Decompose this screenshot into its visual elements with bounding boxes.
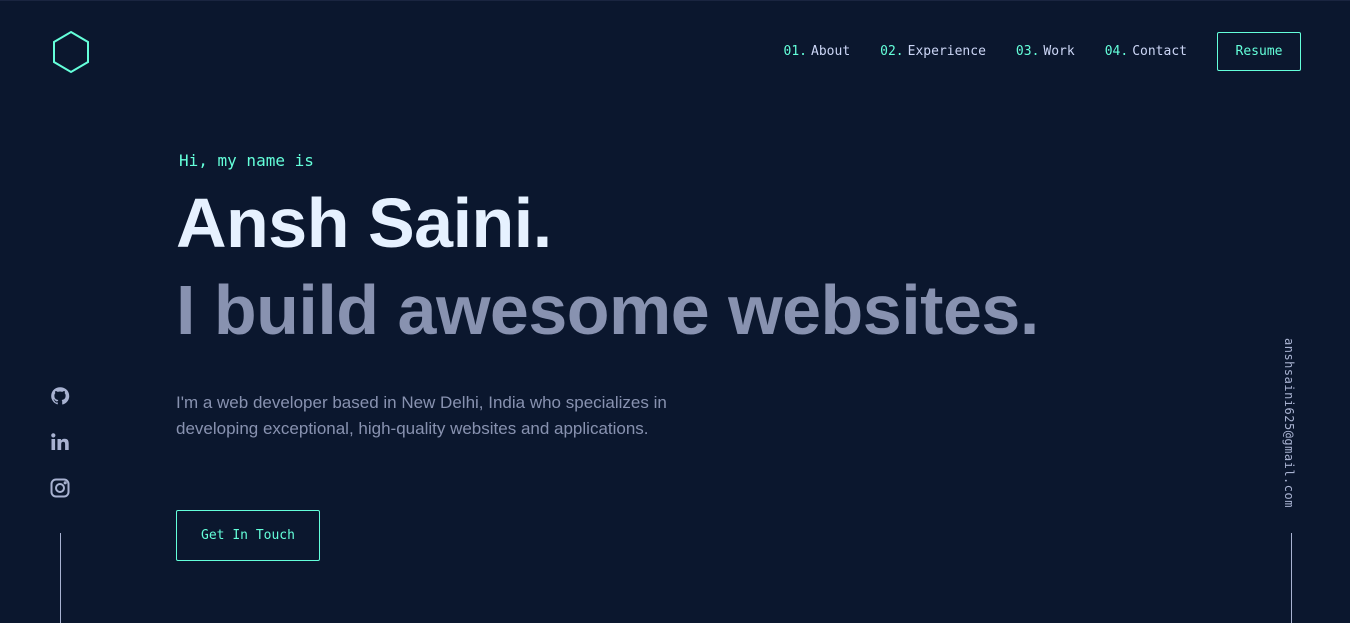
hero-greeting: Hi, my name is bbox=[179, 151, 314, 170]
linkedin-icon[interactable] bbox=[48, 430, 72, 454]
nav-item-number: 02. bbox=[880, 44, 904, 59]
instagram-icon[interactable] bbox=[48, 476, 72, 500]
nav-item-number: 04. bbox=[1104, 44, 1129, 59]
nav-item-number: 03. bbox=[1015, 44, 1040, 59]
nav-item-label: Experience bbox=[907, 44, 986, 59]
hexagon-logo-icon[interactable] bbox=[51, 30, 91, 74]
top-border bbox=[0, 0, 1350, 1]
nav-item-label: Contact bbox=[1132, 44, 1187, 59]
left-vertical-line bbox=[60, 533, 61, 623]
main-nav: 01. About 02. Experience 03. Work 04. Contac… bbox=[784, 32, 1301, 71]
hero-bio: I'm a web developer based in New Delhi, … bbox=[176, 393, 667, 438]
hero-tagline: I build awesome websites. bbox=[176, 271, 1039, 349]
social-links bbox=[48, 384, 72, 522]
nav-item-about[interactable]: 01. About bbox=[784, 44, 851, 59]
github-icon[interactable] bbox=[48, 384, 72, 408]
nav-item-number: 01. bbox=[783, 44, 808, 59]
resume-button[interactable]: Resume bbox=[1217, 32, 1301, 71]
right-vertical-line bbox=[1291, 533, 1292, 623]
nav-item-experience[interactable]: 02. Experience bbox=[880, 44, 986, 59]
get-in-touch-button[interactable]: Get In Touch bbox=[176, 510, 320, 561]
nav-item-label: Work bbox=[1043, 44, 1075, 59]
nav-item-label: About bbox=[811, 44, 851, 59]
email-link[interactable]: anshsaini625@gmail.com bbox=[1282, 338, 1296, 508]
hero-name: Ansh Saini. bbox=[176, 184, 552, 262]
nav-item-work[interactable]: 03. Work bbox=[1016, 44, 1075, 59]
nav-item-contact[interactable]: 04. Contact bbox=[1105, 44, 1187, 59]
